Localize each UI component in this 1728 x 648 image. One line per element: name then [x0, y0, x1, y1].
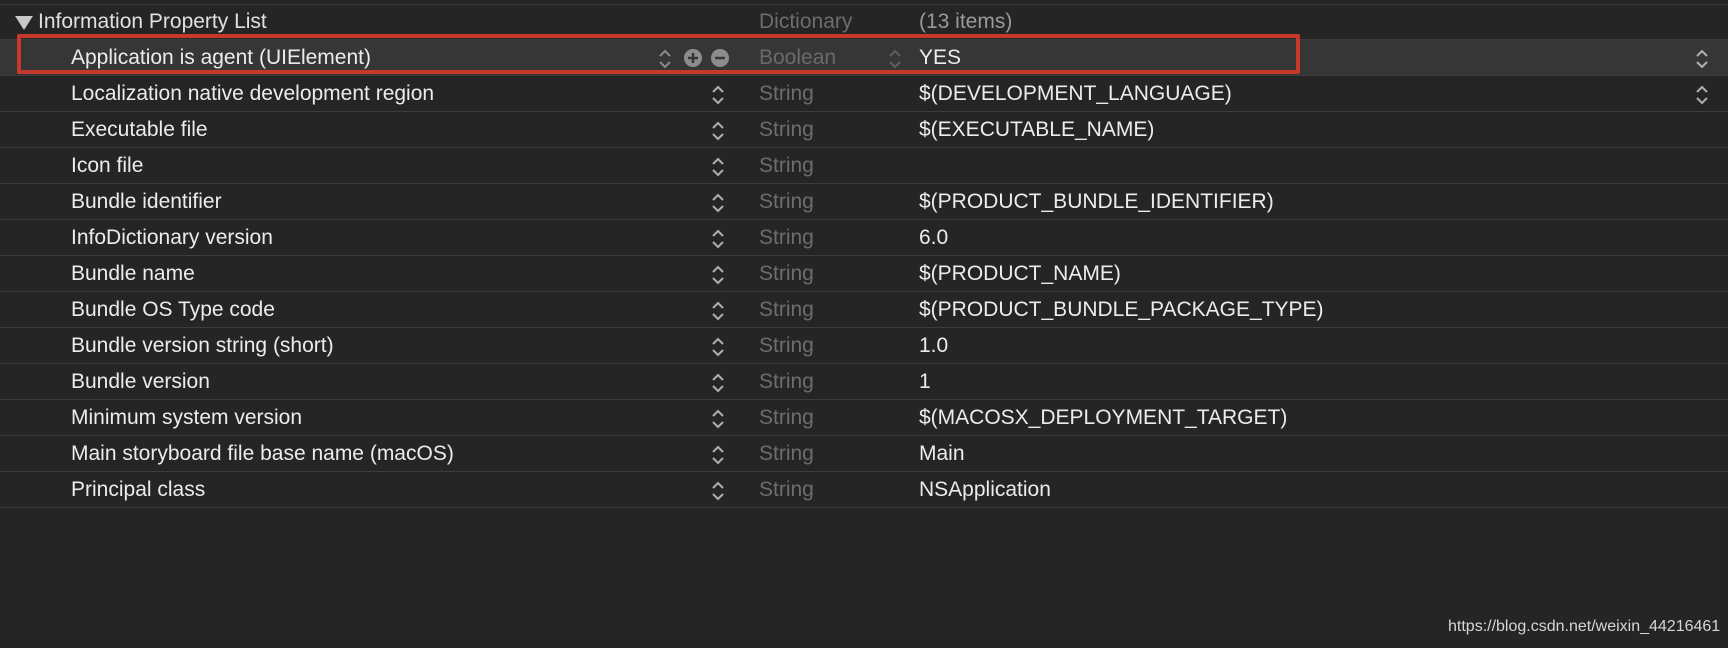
plist-row[interactable]: Executable file String $(EXECUTABLE_NAME…: [0, 112, 1728, 148]
row-type[interactable]: String: [759, 328, 814, 363]
up-down-chevron-icon[interactable]: [710, 155, 726, 179]
plist-row[interactable]: Main storyboard file base name (macOS) S…: [0, 436, 1728, 472]
row-type[interactable]: String: [759, 256, 814, 291]
row-key[interactable]: Bundle OS Type code: [71, 292, 275, 327]
row-key[interactable]: Minimum system version: [71, 400, 302, 435]
row-key[interactable]: Executable file: [71, 112, 208, 147]
row-type[interactable]: String: [759, 76, 814, 111]
row-value[interactable]: YES: [919, 40, 961, 75]
up-down-chevron-icon[interactable]: [710, 263, 726, 287]
plist-row[interactable]: Icon file String: [0, 148, 1728, 184]
row-key[interactable]: Bundle name: [71, 256, 195, 291]
plist-row[interactable]: Bundle name String $(PRODUCT_NAME): [0, 256, 1728, 292]
row-value[interactable]: $(PRODUCT_BUNDLE_IDENTIFIER): [919, 184, 1274, 219]
row-value[interactable]: 1: [919, 364, 931, 399]
row-type[interactable]: String: [759, 436, 814, 471]
plist-row[interactable]: Bundle identifier String $(PRODUCT_BUNDL…: [0, 184, 1728, 220]
up-down-chevron-icon[interactable]: [1694, 47, 1710, 71]
row-type[interactable]: String: [759, 400, 814, 435]
up-down-chevron-icon[interactable]: [710, 443, 726, 467]
row-value[interactable]: Main: [919, 436, 965, 471]
root-key: Information Property List: [38, 10, 267, 33]
plist-row[interactable]: Principal class String NSApplication: [0, 472, 1728, 508]
plus-circle-icon[interactable]: [683, 48, 703, 68]
up-down-chevron-icon[interactable]: [887, 47, 903, 71]
up-down-chevron-icon[interactable]: [710, 191, 726, 215]
plist-row[interactable]: InfoDictionary version String 6.0: [0, 220, 1728, 256]
plist-row[interactable]: Localization native development region S…: [0, 76, 1728, 112]
up-down-chevron-icon[interactable]: [710, 479, 726, 503]
row-key[interactable]: InfoDictionary version: [71, 220, 273, 255]
root-value: (13 items): [919, 10, 1013, 33]
up-down-chevron-icon[interactable]: [710, 227, 726, 251]
watermark: https://blog.csdn.net/weixin_44216461: [1448, 618, 1721, 635]
row-value[interactable]: NSApplication: [919, 472, 1051, 507]
row-value[interactable]: $(DEVELOPMENT_LANGUAGE): [919, 76, 1232, 111]
row-type[interactable]: String: [759, 220, 814, 255]
row-type[interactable]: String: [759, 292, 814, 327]
plist-row[interactable]: Bundle OS Type code String $(PRODUCT_BUN…: [0, 292, 1728, 328]
row-key[interactable]: Bundle version string (short): [71, 328, 334, 363]
root-row[interactable]: Information Property List Dictionary (13…: [0, 4, 1728, 40]
row-key[interactable]: Bundle identifier: [71, 184, 222, 219]
row-key[interactable]: Icon file: [71, 148, 143, 183]
up-down-chevron-icon[interactable]: [710, 119, 726, 143]
up-down-chevron-icon[interactable]: [657, 47, 673, 71]
plist-row[interactable]: Bundle version string (short) String 1.0: [0, 328, 1728, 364]
up-down-chevron-icon[interactable]: [710, 371, 726, 395]
up-down-chevron-icon[interactable]: [710, 299, 726, 323]
root-type: Dictionary: [759, 10, 853, 33]
row-type[interactable]: String: [759, 364, 814, 399]
row-type[interactable]: String: [759, 148, 814, 183]
row-type[interactable]: String: [759, 472, 814, 507]
up-down-chevron-icon[interactable]: [710, 83, 726, 107]
row-key[interactable]: Application is agent (UIElement): [71, 40, 371, 75]
row-value[interactable]: $(PRODUCT_NAME): [919, 256, 1121, 291]
row-value[interactable]: 6.0: [919, 220, 948, 255]
up-down-chevron-icon[interactable]: [710, 335, 726, 359]
row-value[interactable]: $(EXECUTABLE_NAME): [919, 112, 1154, 147]
row-value[interactable]: $(MACOSX_DEPLOYMENT_TARGET): [919, 400, 1287, 435]
row-key[interactable]: Bundle version: [71, 364, 210, 399]
plist-row-selected[interactable]: Application is agent (UIElement) Boolean…: [0, 40, 1728, 76]
up-down-chevron-icon[interactable]: [1694, 83, 1710, 107]
row-key[interactable]: Principal class: [71, 472, 205, 507]
plist-row[interactable]: Minimum system version String $(MACOSX_D…: [0, 400, 1728, 436]
row-key[interactable]: Main storyboard file base name (macOS): [71, 436, 454, 471]
minus-circle-icon[interactable]: [710, 48, 730, 68]
row-value[interactable]: 1.0: [919, 328, 948, 363]
row-type[interactable]: Boolean: [759, 40, 836, 75]
plist-row[interactable]: Bundle version String 1: [0, 364, 1728, 400]
up-down-chevron-icon[interactable]: [710, 407, 726, 431]
row-value[interactable]: $(PRODUCT_BUNDLE_PACKAGE_TYPE): [919, 292, 1324, 327]
disclosure-triangle-icon[interactable]: [15, 16, 33, 30]
row-type[interactable]: String: [759, 184, 814, 219]
row-key[interactable]: Localization native development region: [71, 76, 434, 111]
row-type[interactable]: String: [759, 112, 814, 147]
